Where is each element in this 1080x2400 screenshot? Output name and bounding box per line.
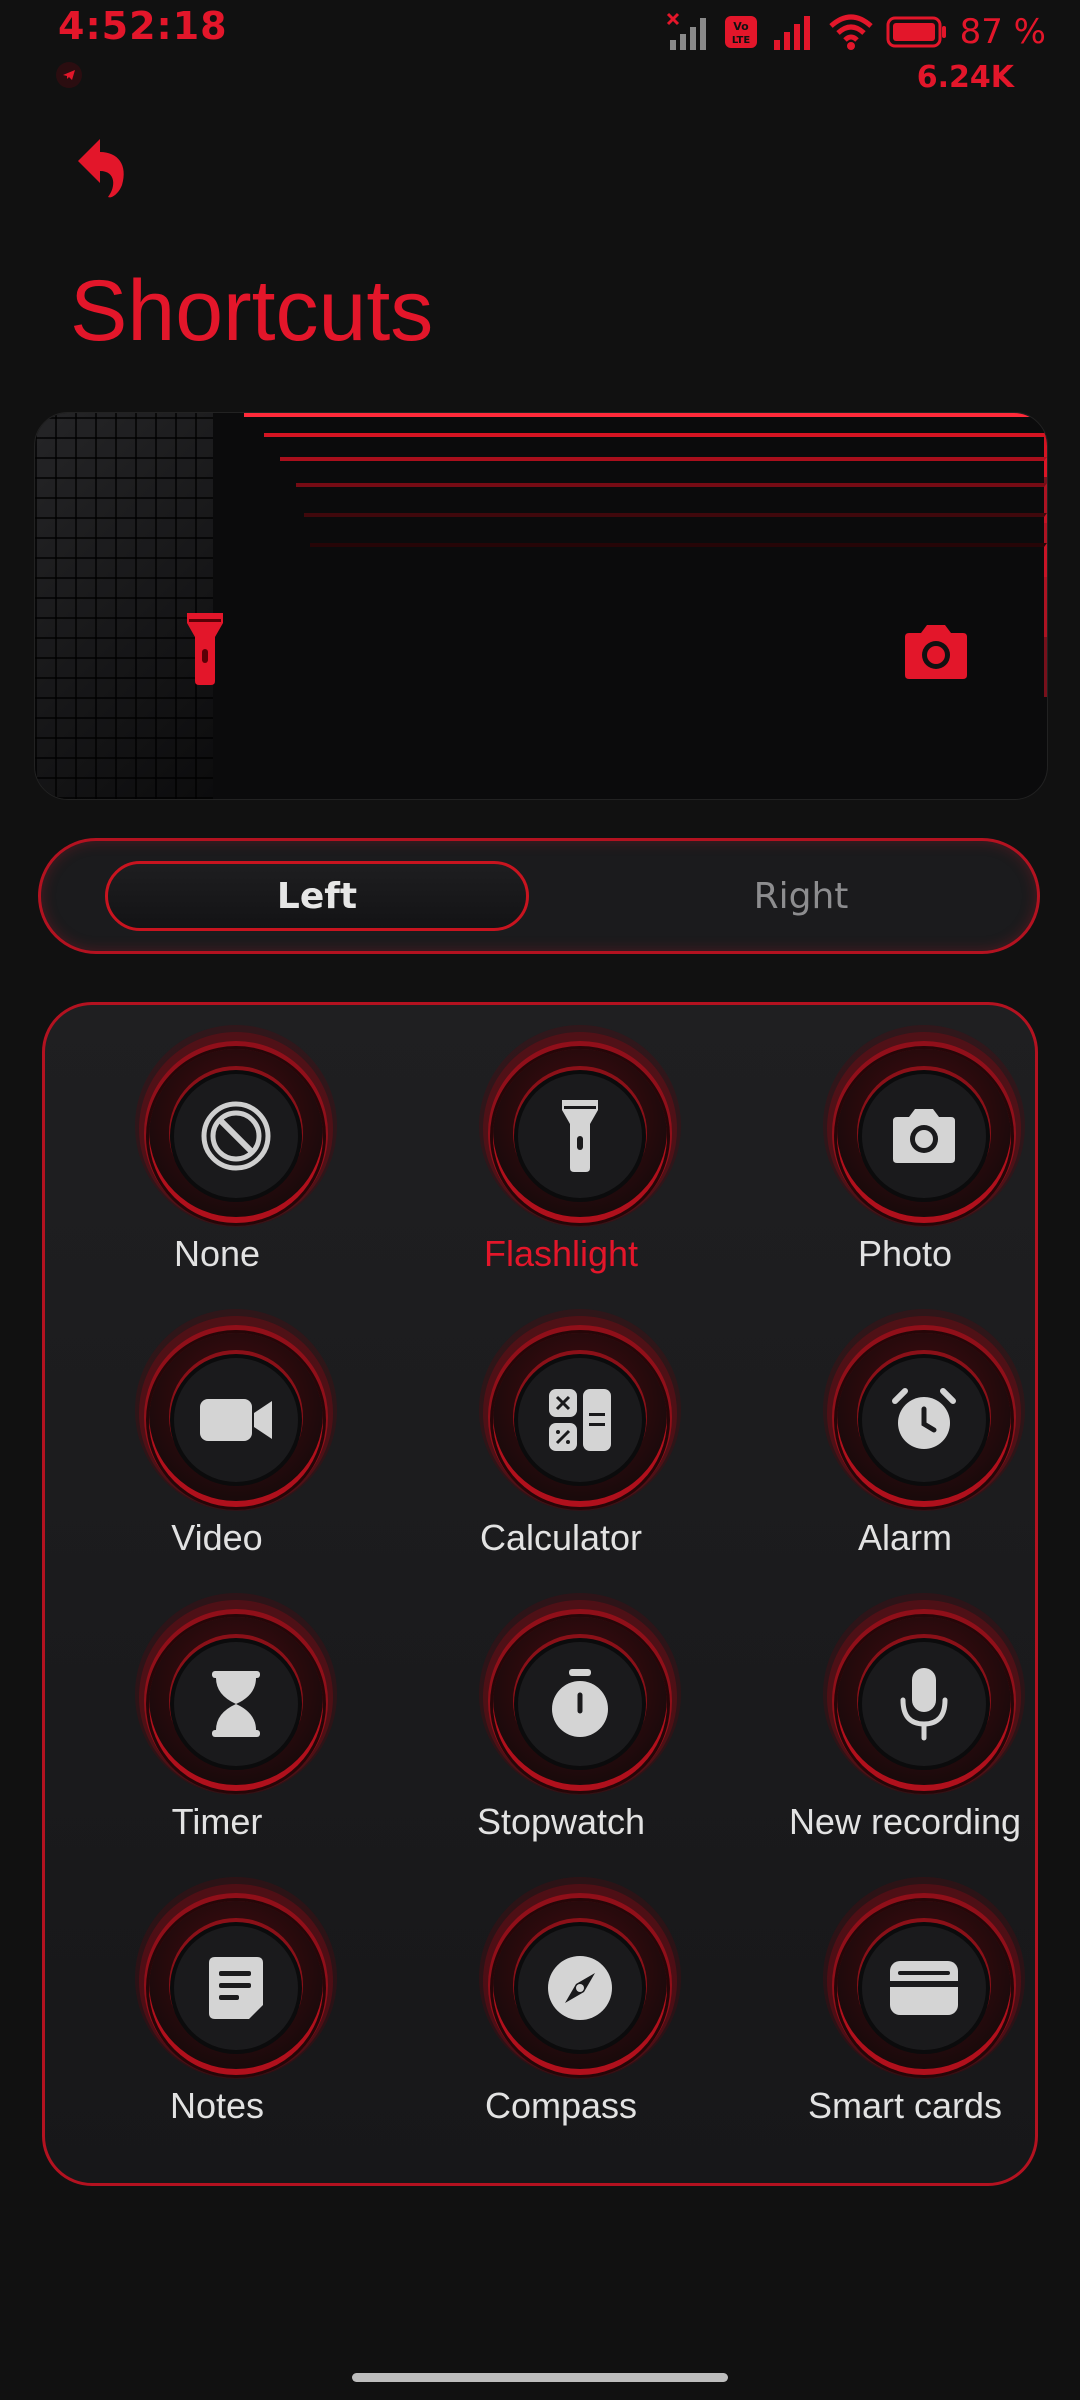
signal-no-service-icon bbox=[666, 12, 706, 50]
flashlight-icon bbox=[185, 611, 225, 691]
option-dial bbox=[149, 1617, 323, 1791]
shortcut-preview bbox=[34, 412, 1048, 800]
option-dial bbox=[493, 1901, 667, 2075]
option-label: Timer bbox=[171, 1801, 263, 1842]
option-dial bbox=[149, 1049, 323, 1223]
option-new-recording[interactable]: New recording bbox=[735, 1573, 1075, 1853]
option-label: None bbox=[173, 1233, 261, 1274]
flashlight-icon bbox=[562, 1100, 598, 1172]
status-time: 4:52:18 bbox=[58, 4, 228, 48]
wallet-card-icon bbox=[890, 1961, 958, 2015]
status-bar: 4:52:18 Vo LTE 87 % 6.24K bbox=[0, 0, 1080, 110]
option-label: Photo bbox=[857, 1233, 953, 1274]
notes-icon bbox=[209, 1957, 263, 2019]
option-timer[interactable]: Timer bbox=[47, 1573, 387, 1853]
svg-text:LTE: LTE bbox=[731, 35, 750, 46]
option-label: Alarm bbox=[857, 1517, 952, 1558]
option-dial bbox=[837, 1901, 1011, 2075]
option-smart-cards[interactable]: Smart cards bbox=[735, 1857, 1075, 2137]
option-label: Notes bbox=[169, 2085, 265, 2126]
option-dial bbox=[493, 1333, 667, 1507]
option-label: Video bbox=[171, 1517, 263, 1558]
calculator-icon bbox=[549, 1389, 611, 1451]
side-selector: Left Right bbox=[38, 838, 1040, 954]
option-compass[interactable]: Compass bbox=[391, 1857, 731, 2137]
shortcut-options-panel: None Flashlight Photo Video Calculator A… bbox=[42, 1002, 1038, 2186]
option-notes[interactable]: Notes bbox=[47, 1857, 387, 2137]
volte-icon: Vo LTE bbox=[724, 16, 757, 48]
signal-icon bbox=[773, 16, 810, 50]
option-label: Smart cards bbox=[807, 2085, 1003, 2126]
microphone-icon bbox=[900, 1668, 948, 1741]
home-indicator[interactable] bbox=[352, 2373, 728, 2382]
option-photo[interactable]: Photo bbox=[735, 1005, 1075, 1285]
option-label: Flashlight bbox=[483, 1233, 639, 1274]
stopwatch-icon bbox=[552, 1669, 608, 1737]
option-dial bbox=[837, 1049, 1011, 1223]
network-speed: 6.24K bbox=[916, 60, 1014, 95]
option-dial bbox=[837, 1617, 1011, 1791]
option-dial bbox=[149, 1901, 323, 2075]
svg-text:Vo: Vo bbox=[733, 20, 749, 33]
battery-icon bbox=[886, 16, 946, 48]
back-button[interactable] bbox=[64, 130, 140, 206]
option-calculator[interactable]: Calculator bbox=[391, 1289, 731, 1569]
hourglass-icon bbox=[212, 1671, 260, 1737]
option-dial bbox=[493, 1049, 667, 1223]
page-title: Shortcuts bbox=[70, 263, 434, 359]
option-label: Stopwatch bbox=[476, 1801, 646, 1842]
option-label: New recording bbox=[788, 1801, 1022, 1842]
battery-percent: 87 % bbox=[959, 12, 1046, 52]
camera-icon bbox=[901, 623, 971, 685]
option-alarm[interactable]: Alarm bbox=[735, 1289, 1075, 1569]
option-dial bbox=[493, 1617, 667, 1791]
camera-icon bbox=[893, 1109, 955, 1163]
option-none[interactable]: None bbox=[47, 1005, 387, 1285]
preview-texture bbox=[35, 413, 213, 799]
none-icon bbox=[201, 1101, 271, 1171]
telegram-notification-icon bbox=[56, 62, 82, 88]
alarm-icon bbox=[892, 1388, 956, 1449]
wifi-icon bbox=[828, 14, 873, 50]
option-stopwatch[interactable]: Stopwatch bbox=[391, 1573, 731, 1853]
option-label: Compass bbox=[484, 2085, 638, 2126]
compass-icon bbox=[548, 1956, 612, 2020]
option-dial bbox=[149, 1333, 323, 1507]
option-label: Calculator bbox=[479, 1517, 643, 1558]
video-icon bbox=[200, 1399, 272, 1441]
option-flashlight[interactable]: Flashlight bbox=[391, 1005, 731, 1285]
tab-right[interactable]: Right bbox=[601, 861, 1001, 931]
option-dial bbox=[837, 1333, 1011, 1507]
back-arrow-icon bbox=[78, 139, 124, 198]
status-icons: Vo LTE 87 % bbox=[666, 10, 1046, 54]
option-video[interactable]: Video bbox=[47, 1289, 387, 1569]
tab-left[interactable]: Left bbox=[105, 861, 529, 931]
